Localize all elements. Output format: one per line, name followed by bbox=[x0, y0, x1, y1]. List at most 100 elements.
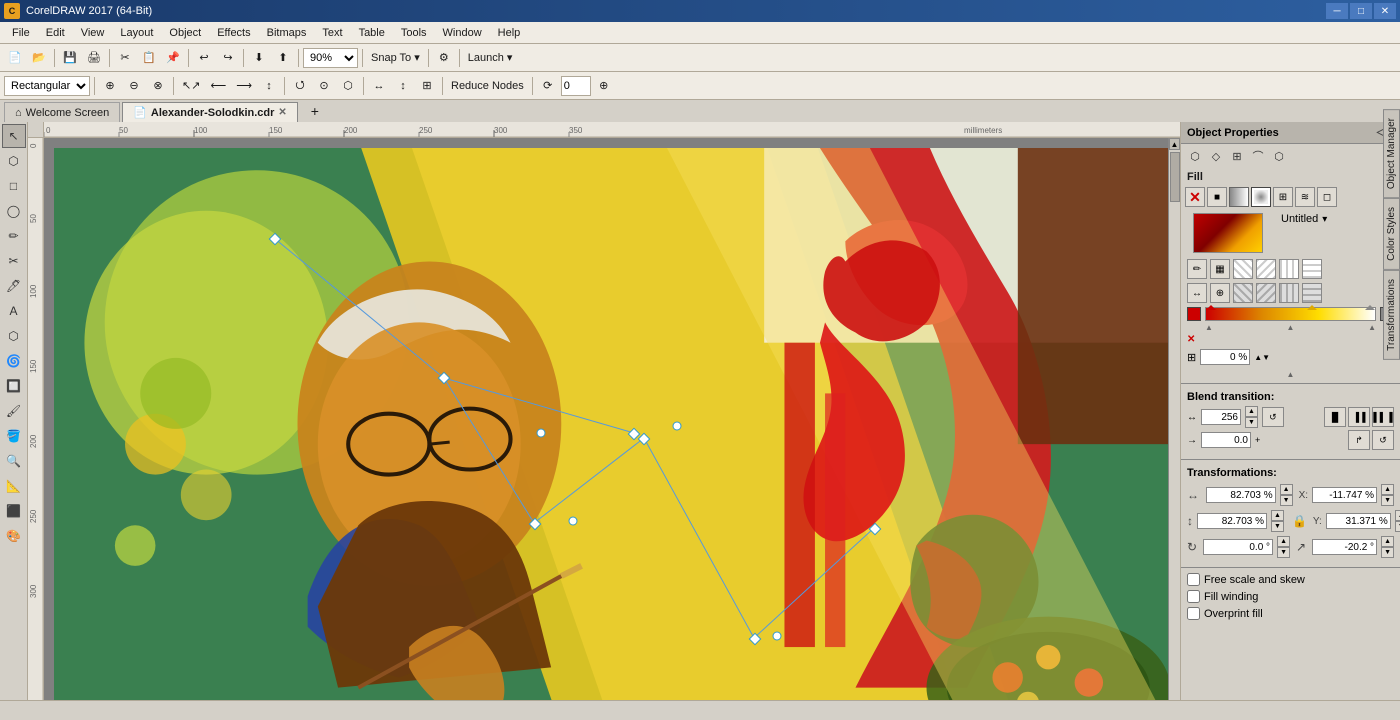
tab-cdr[interactable]: 📄 Alexander-Solodkin.cdr ✕ bbox=[122, 102, 298, 122]
t2-btn4[interactable]: ↖↗ bbox=[178, 75, 204, 97]
blend-type2[interactable]: ▐▐ bbox=[1348, 407, 1370, 427]
maximize-button[interactable]: □ bbox=[1350, 3, 1372, 19]
menu-effects[interactable]: Effects bbox=[209, 25, 258, 41]
grad-icon5[interactable]: ⊕ bbox=[1210, 283, 1230, 303]
t2-btn8[interactable]: ⭯ bbox=[289, 75, 311, 97]
grad-icon7[interactable] bbox=[1256, 283, 1276, 303]
t2-btn15[interactable]: ⊕ bbox=[593, 75, 615, 97]
t2-btn12[interactable]: ↕ bbox=[392, 75, 414, 97]
side-tab-transformations[interactable]: Transformations bbox=[1383, 270, 1400, 360]
angle1-down[interactable]: ▼ bbox=[1277, 547, 1290, 558]
stop-x1[interactable]: ✕ bbox=[1187, 334, 1195, 345]
copy-btn[interactable]: 📋 bbox=[138, 47, 160, 69]
x-pos-input[interactable] bbox=[1312, 487, 1377, 503]
grad-icon-pattern3[interactable] bbox=[1279, 259, 1299, 279]
scroll-thumb[interactable] bbox=[1170, 152, 1180, 202]
close-button[interactable]: ✕ bbox=[1374, 3, 1396, 19]
blend-angle-icon2[interactable]: ↺ bbox=[1372, 430, 1394, 450]
menu-help[interactable]: Help bbox=[490, 25, 529, 41]
scale-x-down[interactable]: ▼ bbox=[1280, 495, 1293, 506]
grad-icon6[interactable] bbox=[1233, 283, 1253, 303]
t2-btn2[interactable]: ⊖ bbox=[123, 75, 145, 97]
t2-btn3[interactable]: ⊗ bbox=[147, 75, 169, 97]
scroll-up[interactable]: ▲ bbox=[1169, 138, 1180, 150]
tool-bucket[interactable]: 🪣 bbox=[2, 424, 26, 448]
t2-btn10[interactable]: ⬡ bbox=[337, 75, 359, 97]
x-up[interactable]: ▲ bbox=[1381, 484, 1394, 495]
angle1-spinner[interactable]: ▲ ▼ bbox=[1277, 536, 1290, 558]
undo-btn[interactable]: ↩ bbox=[193, 47, 215, 69]
tool-shadow[interactable]: ⬛ bbox=[2, 499, 26, 523]
lock-icon[interactable]: 🔒 bbox=[1292, 514, 1307, 528]
shape-select[interactable]: Rectangular Elliptical bbox=[4, 76, 90, 96]
import-btn[interactable]: ⬇ bbox=[248, 47, 270, 69]
scale-y-up[interactable]: ▲ bbox=[1271, 510, 1284, 521]
color-strip-main[interactable] bbox=[1205, 307, 1376, 321]
pct-spin-up[interactable]: ▲▼ bbox=[1254, 353, 1270, 362]
free-scale-checkbox[interactable] bbox=[1187, 573, 1200, 586]
scale-x-input[interactable] bbox=[1206, 487, 1276, 503]
blend-steps-input[interactable] bbox=[1201, 409, 1241, 425]
zoom-select[interactable]: 90% 100% 75% 50% bbox=[303, 48, 358, 68]
angle-plus[interactable]: + bbox=[1255, 435, 1260, 445]
node-input[interactable] bbox=[561, 76, 591, 96]
redo-btn[interactable]: ↪ bbox=[217, 47, 239, 69]
reduce-nodes-btn[interactable]: Reduce Nodes bbox=[447, 75, 528, 97]
grad-icon8[interactable] bbox=[1279, 283, 1299, 303]
menu-view[interactable]: View bbox=[73, 25, 113, 41]
open-btn[interactable]: 📂 bbox=[28, 47, 50, 69]
blend-angle-icon1[interactable]: ↱ bbox=[1348, 430, 1370, 450]
tool-pen[interactable]: 🖊 bbox=[2, 274, 26, 298]
t2-btn6[interactable]: ⟶ bbox=[232, 75, 256, 97]
angle2-down[interactable]: ▼ bbox=[1381, 547, 1394, 558]
menu-tools[interactable]: Tools bbox=[393, 25, 435, 41]
tool-select[interactable]: ↖ bbox=[2, 124, 26, 148]
y-pos-spinner[interactable]: ▲ ▼ bbox=[1395, 510, 1400, 532]
menu-edit[interactable]: Edit bbox=[38, 25, 73, 41]
tool-measure[interactable]: 📐 bbox=[2, 474, 26, 498]
tool-text[interactable]: A bbox=[2, 299, 26, 323]
color-stop-left[interactable] bbox=[1187, 307, 1201, 321]
tool-spiral[interactable]: 🌀 bbox=[2, 349, 26, 373]
tool-rect[interactable]: □ bbox=[2, 174, 26, 198]
t2-btn13[interactable]: ⊞ bbox=[416, 75, 438, 97]
fill-pattern-btn[interactable]: ⊞ bbox=[1273, 187, 1293, 207]
menu-object[interactable]: Object bbox=[161, 25, 209, 41]
t2-btn14[interactable]: ⟳ bbox=[537, 75, 559, 97]
grad-reverse-btn[interactable]: ↔ bbox=[1187, 283, 1207, 303]
export-btn[interactable]: ⬆ bbox=[272, 47, 294, 69]
scale-y-down[interactable]: ▼ bbox=[1271, 521, 1284, 532]
fill-postscript-btn[interactable]: ◻ bbox=[1317, 187, 1337, 207]
new-btn[interactable]: 📄 bbox=[4, 47, 26, 69]
tool-cut[interactable]: ✂ bbox=[2, 249, 26, 273]
grad-icon-pattern2[interactable] bbox=[1256, 259, 1276, 279]
t2-btn9[interactable]: ⊙ bbox=[313, 75, 335, 97]
menu-table[interactable]: Table bbox=[351, 25, 393, 41]
fill-solid-btn[interactable]: ■ bbox=[1207, 187, 1227, 207]
blend-type1[interactable]: ▐▌ bbox=[1324, 407, 1346, 427]
t2-btn1[interactable]: ⊕ bbox=[99, 75, 121, 97]
panel-icon-fill[interactable]: ⬡ bbox=[1185, 146, 1205, 166]
tool-paint[interactable]: 🖌 bbox=[2, 399, 26, 423]
scale-y-spinner[interactable]: ▲ ▼ bbox=[1271, 510, 1284, 532]
y-pos-input[interactable] bbox=[1326, 513, 1391, 529]
minimize-button[interactable]: ─ bbox=[1326, 3, 1348, 19]
overprint-checkbox[interactable] bbox=[1187, 607, 1200, 620]
angle2-spinner[interactable]: ▲ ▼ bbox=[1381, 536, 1394, 558]
save-btn[interactable]: 💾 bbox=[59, 47, 81, 69]
y-up[interactable]: ▲ bbox=[1395, 510, 1400, 521]
tool-ellipse[interactable]: ◯ bbox=[2, 199, 26, 223]
angle2-input[interactable] bbox=[1312, 539, 1377, 555]
tab-close-icon[interactable]: ✕ bbox=[278, 107, 286, 118]
canvas-content[interactable]: ▲ ▼ bbox=[44, 138, 1180, 720]
angle1-up[interactable]: ▲ bbox=[1277, 536, 1290, 547]
panel-icon-settings2[interactable]: ⬡ bbox=[1269, 146, 1289, 166]
grad-icon-edit[interactable]: ✏ bbox=[1187, 259, 1207, 279]
angle2-up[interactable]: ▲ bbox=[1381, 536, 1394, 547]
blend-steps-spinner[interactable]: ▲ ▼ bbox=[1245, 406, 1258, 428]
tab-welcome[interactable]: ⌂ Welcome Screen bbox=[4, 102, 120, 122]
tool-smart-fill[interactable]: 🔲 bbox=[2, 374, 26, 398]
panel-icon-pattern[interactable]: ⊞ bbox=[1227, 146, 1247, 166]
blend-steps-down[interactable]: ▼ bbox=[1245, 417, 1258, 428]
titlebar-controls[interactable]: ─ □ ✕ bbox=[1326, 3, 1396, 19]
